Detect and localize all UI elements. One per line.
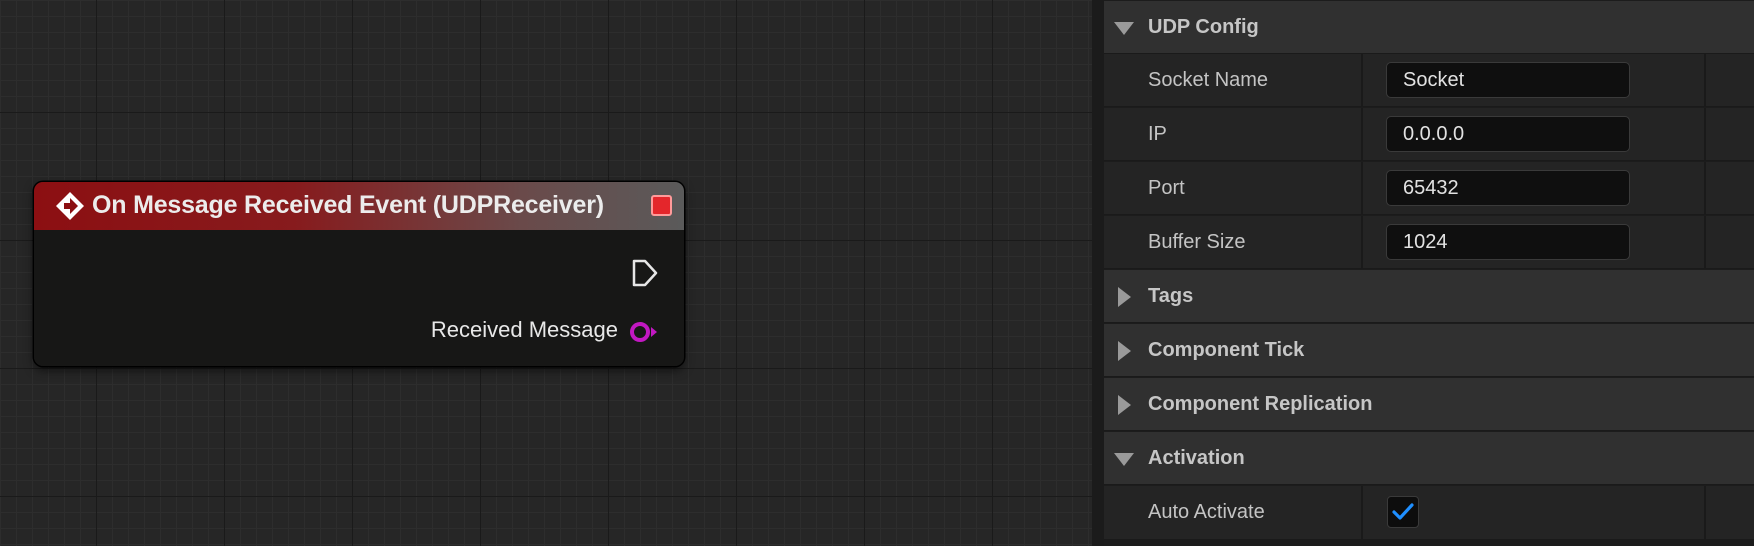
property-label: Auto Activate <box>1148 501 1265 523</box>
details-panel: UDP Config Socket Name IP Port Buffer Si… <box>1104 0 1754 546</box>
property-row-port: Port <box>1104 162 1754 215</box>
property-row-auto-activate: Auto Activate <box>1104 486 1754 540</box>
event-node-body <box>34 230 684 366</box>
category-component-replication[interactable]: Component Replication <box>1104 378 1754 431</box>
category-label: UDP Config <box>1148 16 1259 38</box>
exec-output-pin-icon[interactable] <box>631 258 659 288</box>
blueprint-graph-canvas[interactable]: On Message Received Event (UDPReceiver) … <box>0 0 1092 546</box>
checkmark-icon <box>1392 503 1414 520</box>
property-label: Port <box>1148 177 1185 199</box>
node-close-icon[interactable] <box>651 195 672 216</box>
received-message-output-pin-icon[interactable] <box>628 320 660 344</box>
socket-name-field[interactable] <box>1386 62 1630 98</box>
property-row-ip: IP <box>1104 108 1754 161</box>
port-field[interactable] <box>1386 170 1630 206</box>
ip-field[interactable] <box>1386 116 1630 152</box>
auto-activate-checkbox[interactable] <box>1387 496 1419 528</box>
panel-splitter[interactable] <box>1092 0 1104 546</box>
category-activation[interactable]: Activation <box>1104 432 1754 485</box>
category-label: Activation <box>1148 447 1245 469</box>
category-component-tick[interactable]: Component Tick <box>1104 324 1754 377</box>
expand-arrow-right-icon[interactable] <box>1118 287 1131 307</box>
buffer-size-field[interactable] <box>1386 224 1630 260</box>
event-node-header[interactable]: On Message Received Event (UDPReceiver) <box>34 182 684 231</box>
expand-arrow-down-icon[interactable] <box>1114 453 1134 466</box>
editor-window: On Message Received Event (UDPReceiver) … <box>0 0 1754 546</box>
event-node[interactable]: On Message Received Event (UDPReceiver) … <box>34 182 684 366</box>
category-label: Component Tick <box>1148 339 1305 361</box>
property-label: Buffer Size <box>1148 231 1246 253</box>
received-message-pin-label: Received Message <box>430 317 618 342</box>
column-divider[interactable] <box>1361 162 1363 215</box>
category-label: Tags <box>1148 285 1194 307</box>
event-diamond-icon <box>56 192 84 220</box>
category-tags[interactable]: Tags <box>1104 270 1754 323</box>
property-row-socket-name: Socket Name <box>1104 54 1754 107</box>
expand-arrow-right-icon[interactable] <box>1118 341 1131 361</box>
expand-arrow-down-icon[interactable] <box>1114 22 1134 35</box>
property-row-buffer-size: Buffer Size <box>1104 216 1754 269</box>
column-divider <box>1704 486 1706 540</box>
column-divider <box>1704 162 1706 215</box>
column-divider <box>1704 54 1706 107</box>
event-node-title: On Message Received Event (UDPReceiver) <box>92 191 604 219</box>
expand-arrow-right-icon[interactable] <box>1118 395 1131 415</box>
category-udp-config[interactable]: UDP Config <box>1104 1 1754 54</box>
column-divider[interactable] <box>1361 486 1363 540</box>
column-divider <box>1704 216 1706 269</box>
column-divider <box>1704 108 1706 161</box>
column-divider[interactable] <box>1361 54 1363 107</box>
column-divider[interactable] <box>1361 108 1363 161</box>
category-label: Component Replication <box>1148 393 1373 415</box>
property-label: Socket Name <box>1148 69 1269 91</box>
property-label: IP <box>1148 123 1167 145</box>
column-divider[interactable] <box>1361 216 1363 269</box>
